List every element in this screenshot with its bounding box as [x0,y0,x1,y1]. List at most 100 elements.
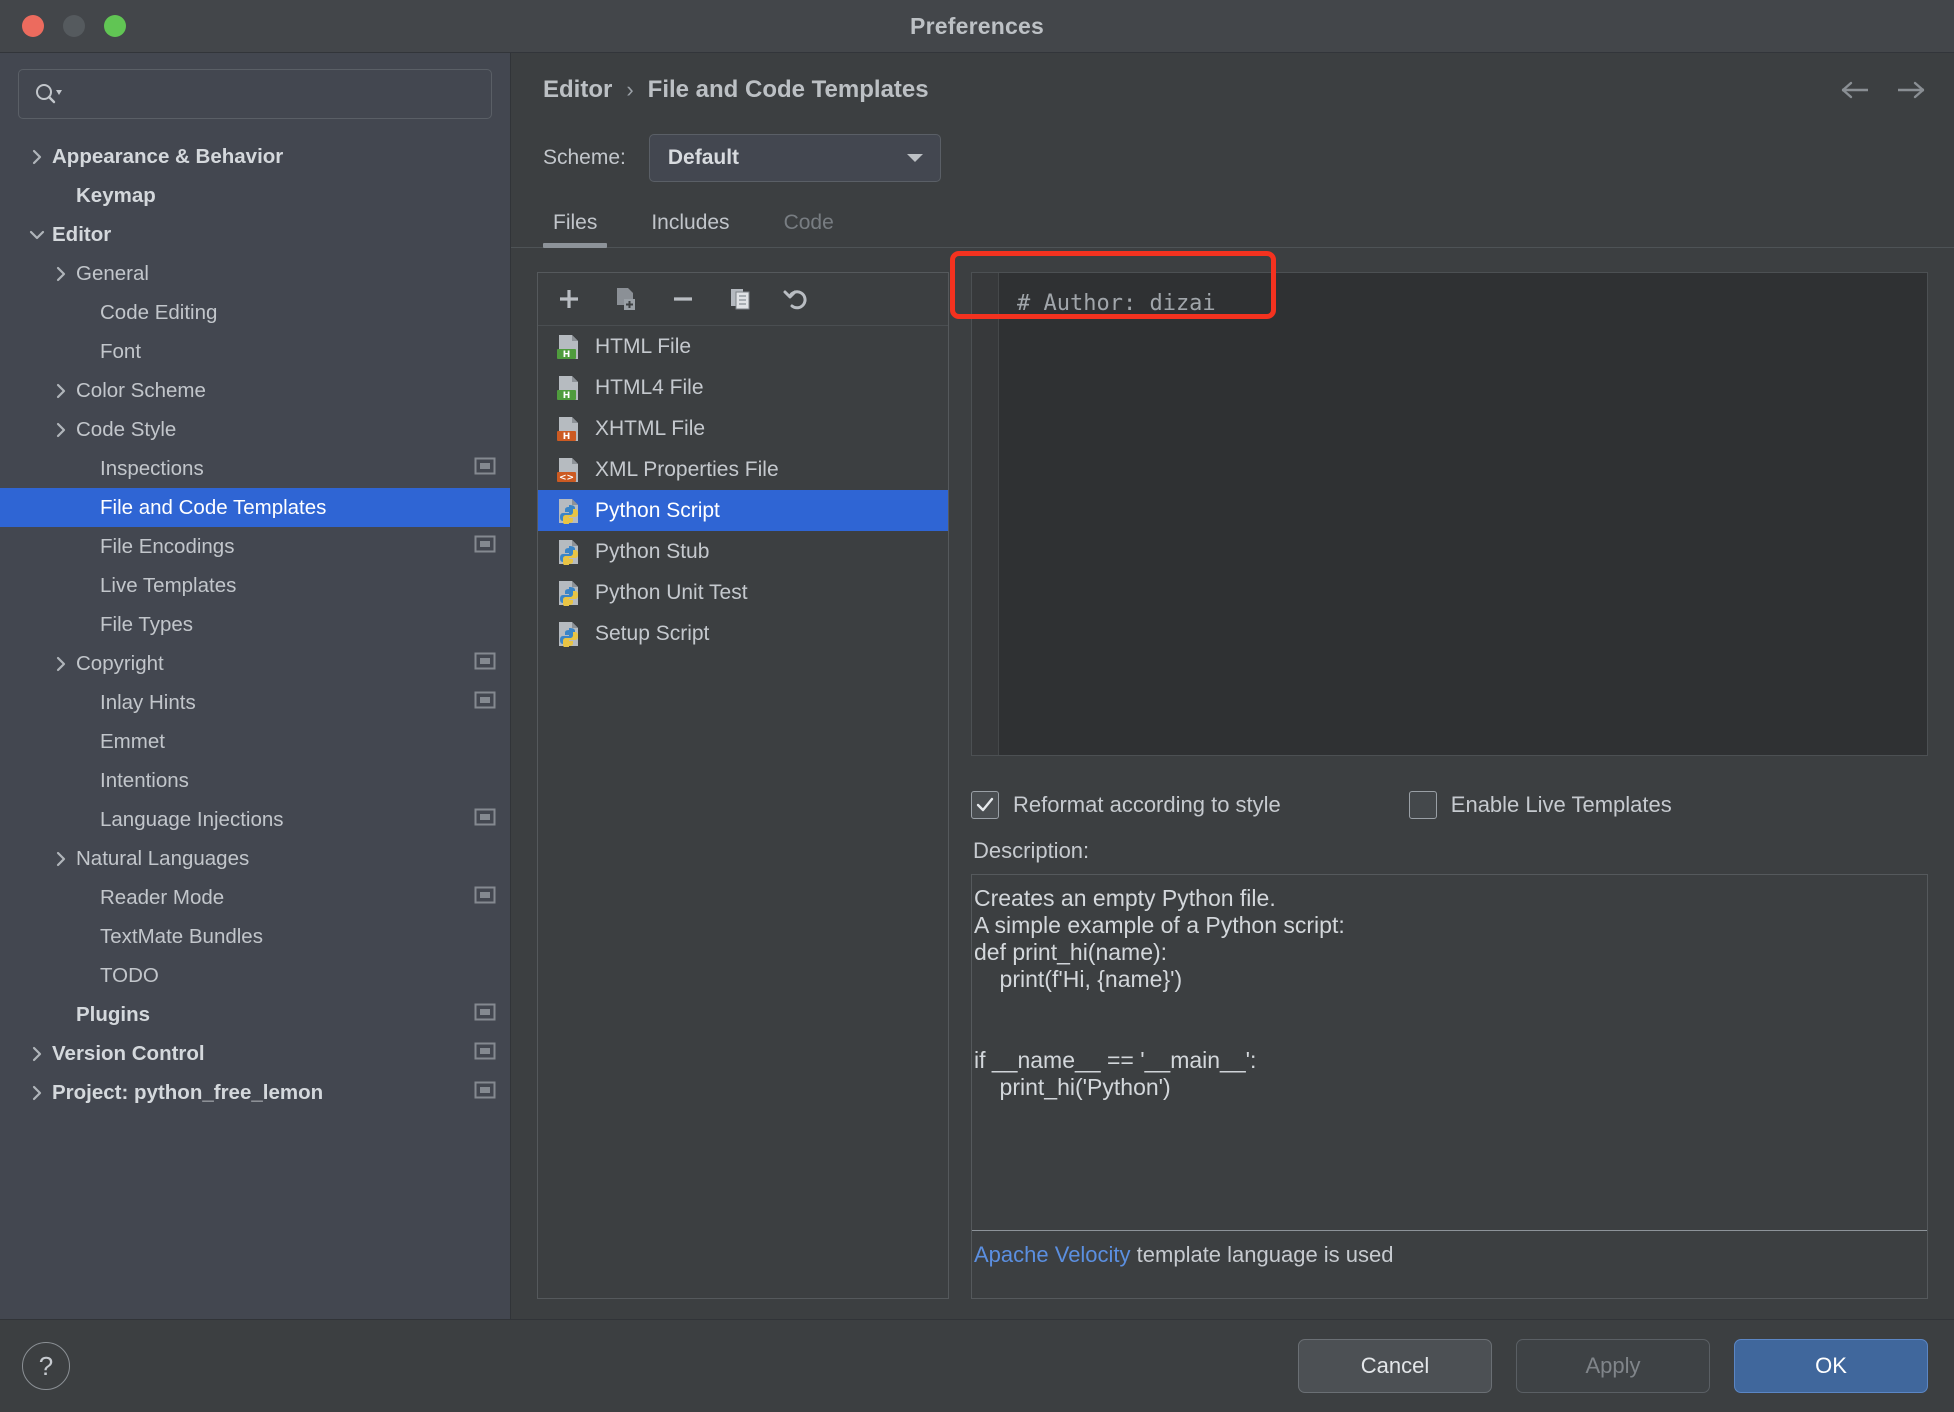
template-list-item[interactable]: Python Stub [538,531,948,572]
sidebar-item-label: Inlay Hints [100,690,196,714]
page-title: File and Code Templates [647,76,929,103]
sidebar-item-language-injections[interactable]: Language Injections [0,800,510,839]
duplicate-icon[interactable] [725,284,755,314]
chevron-right-icon[interactable] [26,1043,48,1065]
sidebar-item-reader-mode[interactable]: Reader Mode [0,878,510,917]
chevron-right-icon[interactable] [26,1082,48,1104]
sidebar-item-appearance-behavior[interactable]: Appearance & Behavior [0,137,510,176]
sidebar-item-version-control[interactable]: Version Control [0,1034,510,1073]
tab-includes[interactable]: Includes [641,211,739,247]
chevron-right-icon[interactable] [50,380,72,402]
template-list-item[interactable]: Python Unit Test [538,572,948,613]
sidebar-item-todo[interactable]: TODO [0,956,510,995]
apply-button[interactable]: Apply [1516,1339,1710,1393]
sidebar-item-color-scheme[interactable]: Color Scheme [0,371,510,410]
chevron-right-icon[interactable] [50,653,72,675]
sidebar-item-intentions[interactable]: Intentions [0,761,510,800]
dialog-buttons: Cancel Apply OK [1298,1339,1928,1393]
help-button[interactable]: ? [22,1342,70,1390]
minimize-button[interactable] [63,15,85,37]
svg-text:H: H [563,350,571,360]
template-list-item[interactable]: H HTML File [538,326,948,367]
sidebar-item-editor[interactable]: Editor [0,215,510,254]
editor-gutter [972,273,999,755]
template-list-item[interactable]: Setup Script [538,613,948,654]
back-arrow-icon[interactable] [1838,73,1872,107]
zoom-button[interactable] [104,15,126,37]
description-footer: Apache Velocity template language is use… [972,1230,1927,1298]
chevron-right-icon[interactable] [26,146,48,168]
sidebar-item-label: Code Editing [100,300,218,324]
copy-file-icon[interactable] [611,284,641,314]
html4-file-icon: H [556,375,582,401]
chevron-right-icon[interactable] [50,419,72,441]
template-list-item[interactable]: <> XML Properties File [538,449,948,490]
sidebar-item-file-types[interactable]: File Types [0,605,510,644]
config-marker-icon [474,652,496,676]
sidebar-item-inlay-hints[interactable]: Inlay Hints [0,683,510,722]
template-list-item[interactable]: H XHTML File [538,408,948,449]
chevron-down-icon[interactable] [26,224,48,246]
reset-icon[interactable] [782,284,812,314]
sidebar-item-label: Reader Mode [100,885,225,909]
ok-button[interactable]: OK [1734,1339,1928,1393]
sidebar-item-label: Version Control [52,1041,205,1065]
chevron-right-icon[interactable] [50,263,72,285]
chevron-right-icon[interactable] [50,848,72,870]
close-button[interactable] [22,15,44,37]
sidebar-item-file-and-code-templates[interactable]: File and Code Templates [0,488,510,527]
python-file-icon [556,498,582,525]
remove-icon[interactable] [668,284,698,314]
sidebar-item-label: TODO [100,963,159,987]
template-list-item-label: Python Unit Test [595,580,748,604]
editor-content[interactable]: # Author: dizai [999,273,1927,755]
breadcrumb-separator: › [626,77,634,102]
apache-velocity-link[interactable]: Apache Velocity [974,1242,1131,1267]
template-list-item[interactable]: Python Script [538,490,948,531]
sidebar-item-general[interactable]: General [0,254,510,293]
search-box[interactable] [18,69,492,119]
sidebar-item-file-encodings[interactable]: File Encodings [0,527,510,566]
scheme-dropdown[interactable]: Default [648,134,941,182]
sidebar-item-copyright[interactable]: Copyright [0,644,510,683]
reformat-checkbox[interactable]: Reformat according to style [971,791,1281,819]
template-list-item[interactable]: H HTML4 File [538,367,948,408]
template-code-editor[interactable]: # Author: dizai [950,251,1928,756]
template-list-item-label: Python Stub [595,539,710,563]
sidebar-item-font[interactable]: Font [0,332,510,371]
sidebar-item-label: Plugins [76,1002,151,1026]
sidebar-item-live-templates[interactable]: Live Templates [0,566,510,605]
forward-arrow-icon[interactable] [1894,73,1928,107]
tab-files[interactable]: Files [543,211,608,248]
sidebar-item-natural-languages[interactable]: Natural Languages [0,839,510,878]
sidebar-item-label: General [76,261,149,285]
live-templates-checkbox[interactable]: Enable Live Templates [1408,791,1672,819]
sidebar-item-plugins[interactable]: Plugins [0,995,510,1034]
template-list-pane: H HTML File H HTML4 File H XHTML File <> XML Pr… [537,272,949,1299]
sidebar-item-project-python-free-lemon[interactable]: Project: python_free_lemon [0,1073,510,1112]
sidebar-item-keymap[interactable]: Keymap [0,176,510,215]
sidebar-item-code-editing[interactable]: Code Editing [0,293,510,332]
python-file-icon [556,621,582,648]
sidebar-item-emmet[interactable]: Emmet [0,722,510,761]
sidebar-item-label: Copyright [76,651,164,675]
sidebar-item-label: Project: python_free_lemon [52,1080,324,1104]
sidebar-item-label: Live Templates [100,573,237,597]
sidebar-item-textmate-bundles[interactable]: TextMate Bundles [0,917,510,956]
sidebar-item-code-style[interactable]: Code Style [0,410,510,449]
sidebar-item-label: File Types [100,612,194,636]
cancel-button[interactable]: Cancel [1298,1339,1492,1393]
tab-bar: Files Includes Code [511,189,1954,248]
sidebar-item-inspections[interactable]: Inspections [0,449,510,488]
sidebar-item-label: Appearance & Behavior [52,144,284,168]
add-icon[interactable] [554,284,584,314]
breadcrumb-parent[interactable]: Editor [543,76,612,104]
scheme-value: Default [667,146,740,169]
search-input[interactable] [63,82,477,106]
description-label: Description: [973,838,1090,863]
